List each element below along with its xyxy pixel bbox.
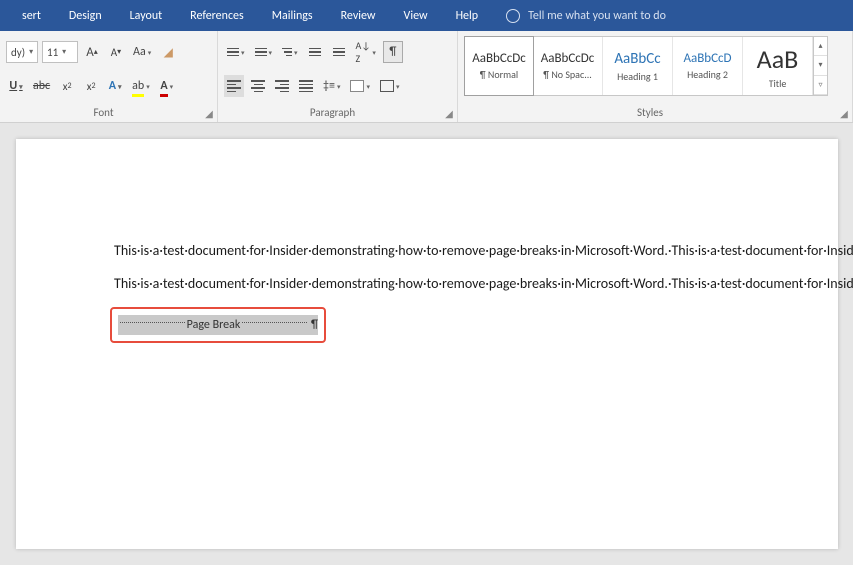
tell-me-label: Tell me what you want to do xyxy=(528,9,666,23)
style-normal[interactable]: AaBbCcDc ¶ Normal xyxy=(464,36,534,96)
menu-insert[interactable]: sert xyxy=(8,1,55,31)
document-area: This·is·a·test·document·for·Insider·demo… xyxy=(0,123,853,565)
numbering-button[interactable] xyxy=(252,41,276,63)
style-title[interactable]: AaB Title xyxy=(743,37,813,95)
font-size-combo[interactable]: 11▾ xyxy=(42,41,78,63)
shrink-font-button[interactable]: A▾ xyxy=(106,41,126,63)
clear-formatting-button[interactable]: ◢ xyxy=(158,41,178,63)
style-name: ¶ Normal xyxy=(480,68,518,81)
gallery-up-button[interactable]: ▴ xyxy=(814,37,827,56)
styles-group: AaBbCcDc ¶ Normal AaBbCcDc ¶ No Spac... … xyxy=(458,31,853,122)
style-name: Heading 2 xyxy=(687,68,728,81)
page[interactable]: This·is·a·test·document·for·Insider·demo… xyxy=(16,139,838,549)
paragraph-group-label: Paragraph xyxy=(218,106,447,119)
paragraph-group: A↓Z ¶ ‡≡ Paragraph ◢ xyxy=(218,31,458,122)
style-preview: AaBbCcD xyxy=(683,51,731,66)
underline-button[interactable]: U xyxy=(6,75,26,97)
paragraph-2[interactable]: This·is·a·test·document·for·Insider·demo… xyxy=(114,274,802,293)
borders-button[interactable] xyxy=(377,75,403,97)
style-name: ¶ No Spac... xyxy=(543,68,592,81)
show-hide-button[interactable]: ¶ xyxy=(383,41,403,63)
align-center-button[interactable] xyxy=(248,75,268,97)
menu-layout[interactable]: Layout xyxy=(116,1,177,31)
sort-button[interactable]: A↓Z xyxy=(353,41,379,63)
decrease-indent-button[interactable] xyxy=(305,41,325,63)
justify-button[interactable] xyxy=(296,75,316,97)
page-break-highlight: Page Break ¶ xyxy=(110,307,326,343)
style-preview: AaBbCcDc xyxy=(472,51,526,66)
styles-gallery: AaBbCcDc ¶ Normal AaBbCcDc ¶ No Spac... … xyxy=(464,36,828,96)
page-break-dots-right xyxy=(242,322,307,323)
style-preview: AaB xyxy=(757,43,799,75)
style-name: Title xyxy=(769,77,787,90)
font-color-button[interactable]: A xyxy=(157,75,177,97)
menu-review[interactable]: Review xyxy=(327,1,390,31)
page-break-marker[interactable]: Page Break ¶ xyxy=(118,315,318,335)
font-dialog-launcher[interactable]: ◢ xyxy=(203,107,215,119)
page-break-dots-left xyxy=(120,322,185,323)
lightbulb-icon xyxy=(506,9,520,23)
style-no-spacing[interactable]: AaBbCcDc ¶ No Spac... xyxy=(533,37,603,95)
font-name-combo[interactable]: dy)▾ xyxy=(6,41,38,63)
increase-indent-button[interactable] xyxy=(329,41,349,63)
styles-group-label: Styles xyxy=(458,106,842,119)
font-size-value: 11 xyxy=(47,46,58,59)
menu-references[interactable]: References xyxy=(176,1,258,31)
subscript-button[interactable]: x2 xyxy=(57,75,77,97)
highlight-button[interactable]: ab xyxy=(129,75,153,97)
gallery-down-button[interactable]: ▾ xyxy=(814,56,827,75)
tell-me-search[interactable]: Tell me what you want to do xyxy=(492,9,666,23)
gallery-more-button[interactable]: ▿ xyxy=(814,76,827,95)
shading-button[interactable] xyxy=(347,75,373,97)
font-group-label: Font xyxy=(0,106,207,119)
menu-view[interactable]: View xyxy=(390,1,442,31)
superscript-button[interactable]: x2 xyxy=(81,75,101,97)
pilcrow-icon: ¶ xyxy=(311,317,318,333)
menu-design[interactable]: Design xyxy=(55,1,116,31)
align-left-button[interactable] xyxy=(224,75,244,97)
page-break-label: Page Break xyxy=(187,317,241,333)
font-group: dy)▾ 11▾ A▴ A▾ Aa ◢ U abc x2 x2 A ab A F… xyxy=(0,31,218,122)
line-spacing-button[interactable]: ‡≡ xyxy=(320,75,343,97)
menu-mailings[interactable]: Mailings xyxy=(258,1,327,31)
paragraph-dialog-launcher[interactable]: ◢ xyxy=(443,107,455,119)
style-heading-1[interactable]: AaBbCc Heading 1 xyxy=(603,37,673,95)
bullets-button[interactable] xyxy=(224,41,248,63)
style-preview: AaBbCc xyxy=(614,50,660,68)
paragraph-1[interactable]: This·is·a·test·document·for·Insider·demo… xyxy=(114,241,802,260)
grow-font-button[interactable]: A▴ xyxy=(82,41,102,63)
align-right-button[interactable] xyxy=(272,75,292,97)
menu-help[interactable]: Help xyxy=(442,1,493,31)
styles-gallery-scroll: ▴ ▾ ▿ xyxy=(813,37,827,95)
strikethrough-button[interactable]: abc xyxy=(30,75,53,97)
menu-bar: sert Design Layout References Mailings R… xyxy=(0,0,853,31)
change-case-button[interactable]: Aa xyxy=(130,41,154,63)
text-effects-button[interactable]: A xyxy=(105,75,125,97)
font-name-value: dy) xyxy=(11,46,25,59)
multilevel-button[interactable] xyxy=(279,41,301,63)
style-name: Heading 1 xyxy=(617,70,658,83)
style-heading-2[interactable]: AaBbCcD Heading 2 xyxy=(673,37,743,95)
ribbon: dy)▾ 11▾ A▴ A▾ Aa ◢ U abc x2 x2 A ab A F… xyxy=(0,31,853,123)
styles-dialog-launcher[interactable]: ◢ xyxy=(838,107,850,119)
style-preview: AaBbCcDc xyxy=(541,51,595,66)
